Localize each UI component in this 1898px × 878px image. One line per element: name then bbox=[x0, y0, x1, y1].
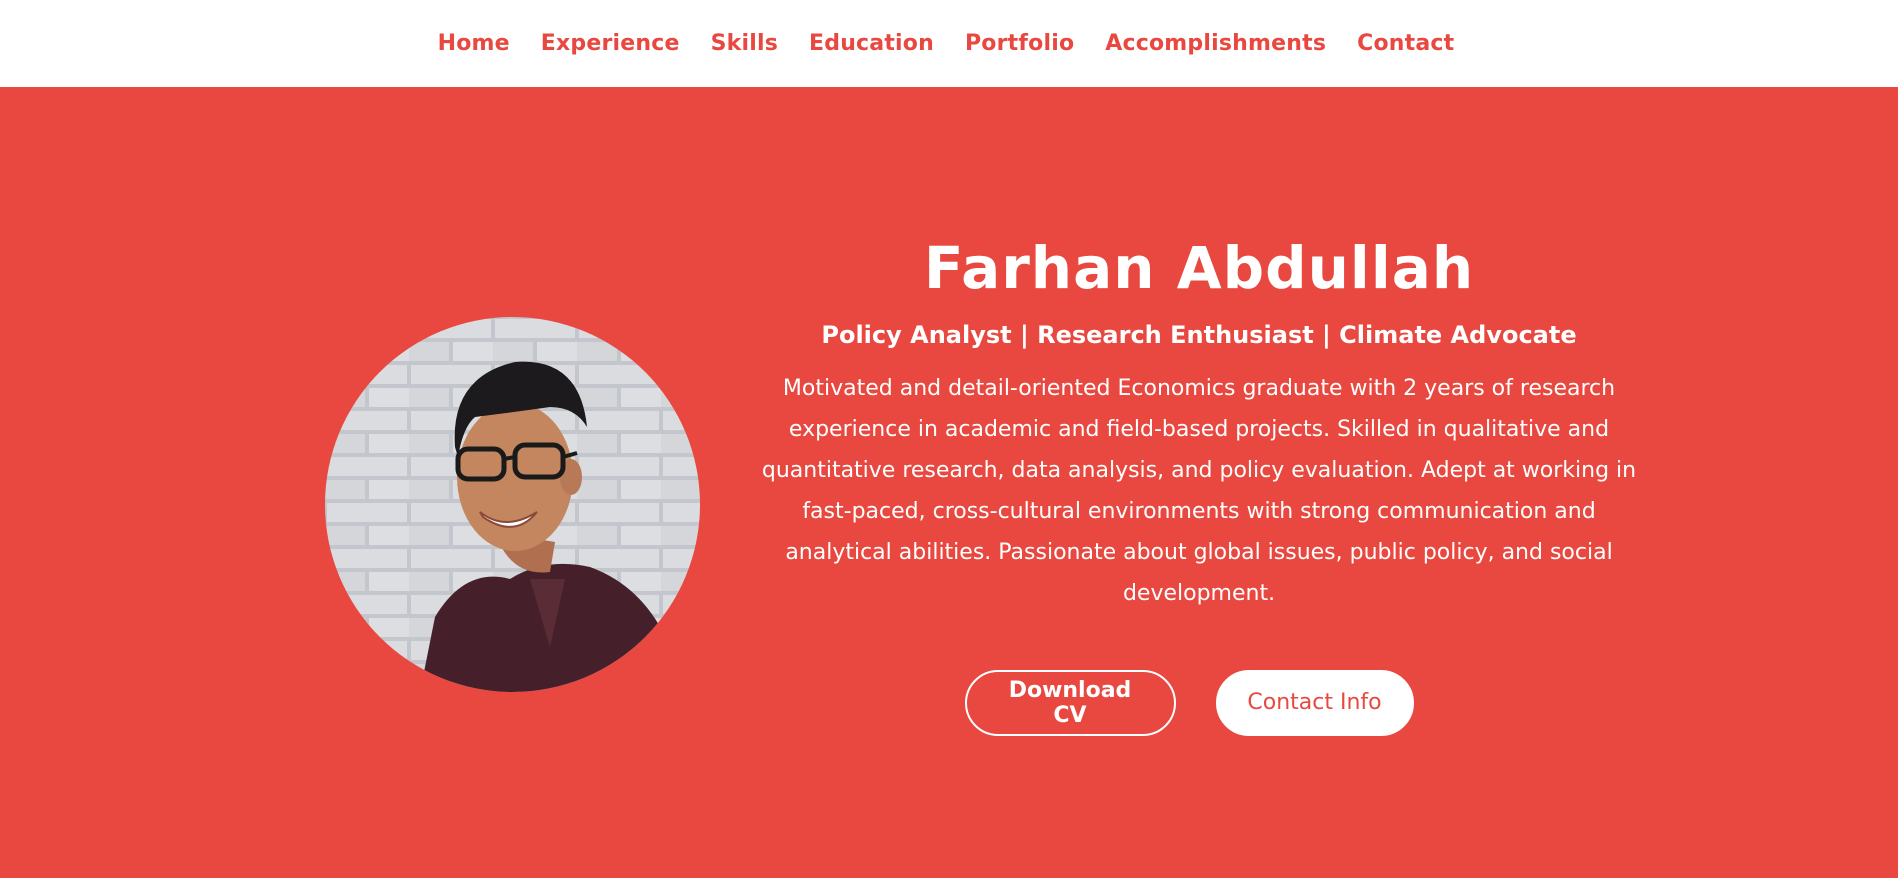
nav-item-contact: Contact bbox=[1357, 31, 1454, 56]
contact-info-button[interactable]: Contact Info bbox=[1215, 669, 1414, 736]
nav-link-portfolio[interactable]: Portfolio bbox=[965, 31, 1074, 56]
nav-item-education: Education bbox=[809, 31, 934, 56]
nav-item-experience: Experience bbox=[541, 31, 680, 56]
top-navigation: Home Experience Skills Education Portfol… bbox=[0, 0, 1898, 87]
nav-link-contact[interactable]: Contact bbox=[1357, 31, 1454, 56]
profile-photo bbox=[325, 317, 700, 692]
nav-link-skills[interactable]: Skills bbox=[711, 31, 778, 56]
hero-content: Farhan Abdullah Policy Analyst | Researc… bbox=[745, 234, 1653, 736]
nav-link-education[interactable]: Education bbox=[809, 31, 934, 56]
profile-tagline: Policy Analyst | Research Enthusiast | C… bbox=[821, 320, 1577, 349]
nav-item-portfolio: Portfolio bbox=[965, 31, 1074, 56]
nav-item-home: Home bbox=[438, 31, 510, 56]
nav-item-accomplishments: Accomplishments bbox=[1105, 31, 1326, 56]
nav-menu: Home Experience Skills Education Portfol… bbox=[438, 31, 1455, 56]
nav-link-accomplishments[interactable]: Accomplishments bbox=[1105, 31, 1326, 56]
profile-name: Farhan Abdullah bbox=[923, 234, 1475, 302]
hero-buttons: Download CV Contact Info bbox=[735, 669, 1643, 736]
profile-photo-illustration bbox=[325, 317, 700, 692]
hero-section: Farhan Abdullah Policy Analyst | Researc… bbox=[0, 87, 1898, 878]
nav-link-experience[interactable]: Experience bbox=[541, 31, 680, 56]
profile-bio: Motivated and detail-oriented Economics … bbox=[761, 375, 1637, 606]
download-cv-button[interactable]: Download CV bbox=[964, 669, 1176, 736]
nav-link-home[interactable]: Home bbox=[438, 31, 510, 56]
nav-item-skills: Skills bbox=[711, 31, 778, 56]
